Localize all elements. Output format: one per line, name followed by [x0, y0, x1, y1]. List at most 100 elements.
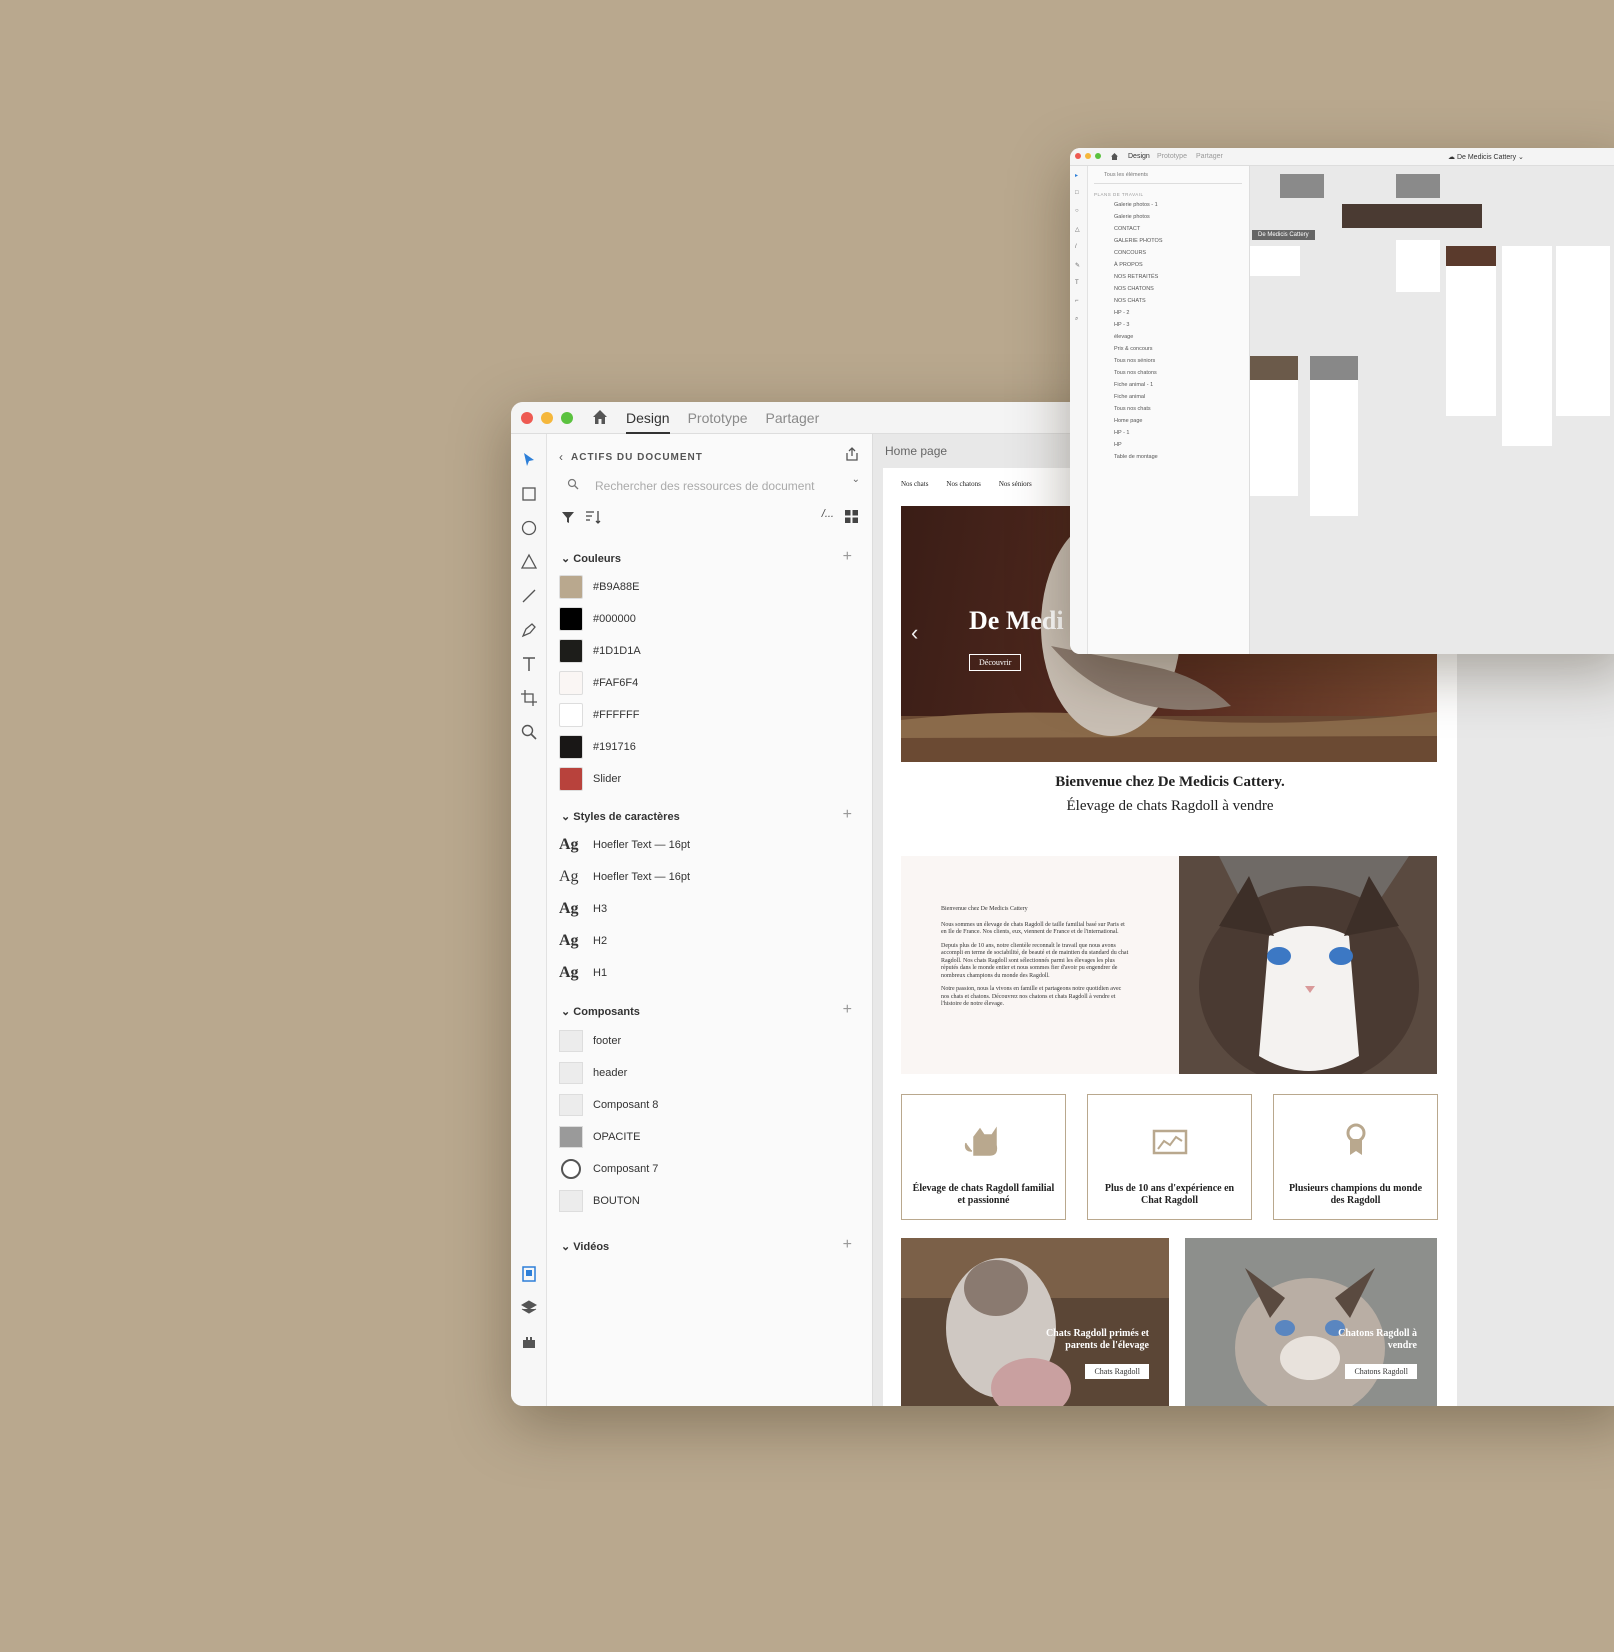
- layer-item[interactable]: Table de montage: [1114, 454, 1158, 460]
- section-colors-header[interactable]: ⌄ Couleurs: [561, 552, 621, 565]
- artboard-thumbnail[interactable]: [1556, 246, 1610, 416]
- component-row[interactable]: Composant 8: [559, 1092, 658, 1118]
- component-row[interactable]: OPACITE: [559, 1124, 640, 1150]
- text-tool-icon[interactable]: T: [1075, 280, 1079, 286]
- char-style-row[interactable]: Ag H3: [559, 896, 607, 922]
- search-dropdown-chevron-icon[interactable]: ⌄: [852, 474, 860, 485]
- select-tool-icon[interactable]: ▸: [1075, 172, 1078, 179]
- select-tool-icon[interactable]: [519, 450, 539, 470]
- minimize-window-button[interactable]: [541, 412, 553, 424]
- artboard-thumbnail[interactable]: [1250, 246, 1300, 276]
- close-window-button[interactable]: [521, 412, 533, 424]
- add-style-button[interactable]: +: [843, 806, 852, 824]
- layer-item[interactable]: Tous nos chatons: [1114, 370, 1157, 376]
- nav-item[interactable]: Nos chats: [901, 480, 928, 488]
- layers-search-input[interactable]: Tous les éléments: [1094, 172, 1242, 184]
- pen-tool-icon[interactable]: ✎: [1075, 262, 1080, 269]
- artboard-thumbnail[interactable]: [1396, 240, 1440, 292]
- rectangle-tool-icon[interactable]: [519, 484, 539, 504]
- layer-item[interactable]: élevage: [1114, 334, 1133, 340]
- artboard-thumbnail[interactable]: [1280, 174, 1324, 198]
- promo-card-kittens[interactable]: Chatons Ragdoll à vendre Chatons Ragdoll: [1185, 1238, 1437, 1406]
- artboard-thumbnail[interactable]: [1250, 356, 1298, 496]
- ellipse-tool-icon[interactable]: [519, 518, 539, 538]
- card-button[interactable]: Chatons Ragdoll: [1345, 1364, 1417, 1379]
- artboard-name[interactable]: Home page: [885, 444, 947, 458]
- line-tool-icon[interactable]: /: [1075, 244, 1077, 250]
- tab-design[interactable]: Design: [626, 402, 670, 434]
- artboard-tool-icon[interactable]: ⌐: [1075, 298, 1079, 304]
- add-component-button[interactable]: +: [843, 1001, 852, 1019]
- layer-item[interactable]: Tous nos chats: [1114, 406, 1151, 412]
- tab-partager[interactable]: Partager: [1196, 153, 1223, 160]
- line-tool-icon[interactable]: [519, 586, 539, 606]
- filter-icon[interactable]: [561, 510, 575, 524]
- nav-item[interactable]: Nos chatons: [946, 480, 980, 488]
- assets-panel-icon[interactable]: [519, 1264, 539, 1284]
- layer-item[interactable]: Fiche animal: [1114, 394, 1145, 400]
- back-chevron-icon[interactable]: ‹: [559, 450, 563, 464]
- tab-prototype[interactable]: Prototype: [688, 402, 748, 434]
- list-view-icon[interactable]: /...: [822, 508, 834, 520]
- color-swatch-row[interactable]: #FAF6F4: [559, 670, 638, 696]
- layer-item[interactable]: HP - 2: [1114, 310, 1130, 316]
- promo-card-cats[interactable]: Chats Ragdoll primés et parents de l'éle…: [901, 1238, 1169, 1406]
- asset-search-input[interactable]: Rechercher des ressources de document: [559, 472, 859, 498]
- nav-item[interactable]: Nos séniors: [999, 480, 1032, 488]
- home-icon[interactable]: [591, 408, 609, 426]
- artboard-thumbnail[interactable]: [1396, 174, 1440, 198]
- layer-item[interactable]: CONCOURS: [1114, 250, 1146, 256]
- rectangle-tool-icon[interactable]: □: [1075, 190, 1079, 196]
- layer-item[interactable]: NOS CHATS: [1114, 298, 1146, 304]
- add-color-button[interactable]: +: [843, 548, 852, 566]
- tab-prototype[interactable]: Prototype: [1157, 153, 1187, 160]
- layer-item[interactable]: Tous nos séniors: [1114, 358, 1155, 364]
- section-videos-header[interactable]: ⌄ Vidéos: [561, 1240, 609, 1253]
- canvas-doc-label[interactable]: De Medicis Cattery: [1252, 230, 1315, 240]
- artboard-thumbnail[interactable]: [1502, 246, 1552, 446]
- zoom-tool-icon[interactable]: [519, 722, 539, 742]
- maximize-window-button[interactable]: [561, 412, 573, 424]
- add-video-button[interactable]: +: [843, 1236, 852, 1254]
- component-row[interactable]: BOUTON: [559, 1188, 640, 1214]
- overview-canvas[interactable]: De Medicis Cattery: [1250, 166, 1614, 654]
- layer-item[interactable]: Galerie photos - 1: [1114, 202, 1158, 208]
- home-icon[interactable]: [1110, 152, 1119, 161]
- component-row[interactable]: header: [559, 1060, 627, 1086]
- plugins-panel-icon[interactable]: [519, 1332, 539, 1352]
- color-swatch-row[interactable]: #000000: [559, 606, 636, 632]
- layer-item[interactable]: NOS CHATONS: [1114, 286, 1154, 292]
- artboard-thumbnail[interactable]: [1310, 356, 1358, 516]
- component-row[interactable]: footer: [559, 1028, 621, 1054]
- text-tool-icon[interactable]: [519, 654, 539, 674]
- chevron-left-icon[interactable]: ‹: [911, 620, 918, 646]
- layer-item[interactable]: HP - 1: [1114, 430, 1130, 436]
- layers-panel-icon[interactable]: [519, 1298, 539, 1318]
- char-style-row[interactable]: Ag H2: [559, 928, 607, 954]
- ellipse-tool-icon[interactable]: ○: [1075, 208, 1079, 214]
- sort-icon[interactable]: [585, 510, 601, 524]
- cloud-doc-name[interactable]: ☁ De Medicis Cattery ⌄: [1448, 153, 1524, 161]
- color-swatch-row[interactable]: #B9A88E: [559, 574, 639, 600]
- layer-item[interactable]: HP - 3: [1114, 322, 1130, 328]
- layer-item[interactable]: HP: [1114, 442, 1122, 448]
- layer-item[interactable]: Fiche animal - 1: [1114, 382, 1153, 388]
- layer-item[interactable]: GALERIE PHOTOS: [1114, 238, 1163, 244]
- layer-item[interactable]: Home page: [1114, 418, 1142, 424]
- zoom-tool-icon[interactable]: ⌕: [1075, 316, 1078, 323]
- layer-item[interactable]: CONTACT: [1114, 226, 1140, 232]
- char-style-row[interactable]: Ag H1: [559, 960, 607, 986]
- card-button[interactable]: Chats Ragdoll: [1085, 1364, 1149, 1379]
- component-row[interactable]: Composant 7: [559, 1156, 658, 1182]
- layer-item[interactable]: Galerie photos: [1114, 214, 1150, 220]
- color-swatch-row[interactable]: Slider: [559, 766, 621, 792]
- layer-item[interactable]: À PROPOS: [1114, 262, 1143, 268]
- share-icon[interactable]: [844, 446, 860, 462]
- artboard-thumbnail[interactable]: [1342, 204, 1482, 228]
- close-window-button[interactable]: [1075, 153, 1081, 159]
- tab-design[interactable]: Design: [1128, 153, 1150, 160]
- layer-item[interactable]: NOS RETRAITÉS: [1114, 274, 1158, 280]
- color-swatch-row[interactable]: #FFFFFF: [559, 702, 639, 728]
- polygon-tool-icon[interactable]: [519, 552, 539, 572]
- grid-view-icon[interactable]: [845, 510, 858, 523]
